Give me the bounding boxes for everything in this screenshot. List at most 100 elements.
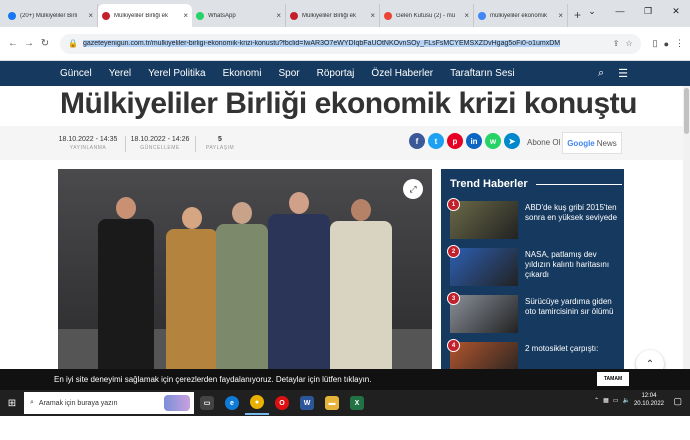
browser-tab[interactable]: WhatsApp × xyxy=(192,4,286,27)
close-tab-icon[interactable]: × xyxy=(370,11,375,20)
trend-thumbnail[interactable] xyxy=(450,342,518,369)
whatsapp-share-button[interactable]: w xyxy=(485,133,501,149)
nav-item[interactable]: Güncel xyxy=(60,68,92,79)
share-count-value: 5 xyxy=(218,136,222,143)
trend-title[interactable]: 2 motosiklet çarpıştı: xyxy=(525,344,620,354)
google-news-button[interactable]: Google News xyxy=(562,132,622,154)
nav-item[interactable]: Röportaj xyxy=(317,68,355,79)
notification-icon[interactable]: ▢ xyxy=(673,396,682,407)
trend-title[interactable]: NASA, patlamış dev yıldızın kalıntı hari… xyxy=(525,250,620,280)
browser-tab[interactable]: Mülkiyeliler Birliği ek × xyxy=(98,4,192,27)
forward-icon[interactable]: → xyxy=(22,38,36,49)
nav-item[interactable]: Yerel Politika xyxy=(148,68,205,79)
scrollbar-thumb[interactable] xyxy=(684,88,689,134)
nav-item[interactable]: Özel Haberler xyxy=(371,68,433,79)
trend-title[interactable]: ABD'de kuş gribi 2015'ten sonra en yükse… xyxy=(525,203,620,223)
person-figure xyxy=(330,199,392,369)
maximize-icon[interactable]: ❐ xyxy=(634,6,662,17)
facebook-share-button[interactable]: f xyxy=(409,133,425,149)
published-label: YAYINLANMA xyxy=(69,145,107,151)
nav-item[interactable]: Spor xyxy=(278,68,299,79)
back-icon[interactable]: ← xyxy=(6,38,20,49)
close-window-icon[interactable]: ✕ xyxy=(662,6,690,17)
fullscreen-icon[interactable]: ⤢ xyxy=(403,179,423,199)
reload-icon[interactable]: ↻ xyxy=(38,38,52,49)
trend-thumbnail[interactable] xyxy=(450,248,518,286)
file-explorer-icon[interactable]: ▬ xyxy=(320,391,344,415)
browser-tab-label: Gelen Kutusu (2) - mü xyxy=(396,12,456,19)
nav-item[interactable]: Yerel xyxy=(109,68,131,79)
close-tab-icon[interactable]: × xyxy=(88,11,93,20)
trend-item[interactable]: 3 Sürücüye yardıma giden oto tamircisinin… xyxy=(447,292,620,335)
network-icon[interactable]: ▦ xyxy=(603,397,609,404)
trend-item[interactable]: 1 ABD'de kuş gribi 2015'ten sonra en yüks… xyxy=(447,198,620,241)
windows-taskbar: ⊞ ⌕ Aramak için buraya yazın ▭ e ● O W ▬… xyxy=(0,390,690,416)
close-tab-icon[interactable]: × xyxy=(183,11,188,20)
trend-rank-badge: 1 xyxy=(447,198,460,211)
facebook-icon xyxy=(8,11,16,20)
share-page-icon[interactable]: ⇪ xyxy=(613,39,620,48)
trend-rank-badge: 4 xyxy=(447,339,460,352)
gmail-icon xyxy=(384,11,392,20)
minimize-icon[interactable]: — xyxy=(606,6,634,16)
browser-tab[interactable]: (20+) Mülkiyeliler Birli × xyxy=(4,4,98,27)
linkedin-share-button[interactable]: in xyxy=(466,133,482,149)
nav-item[interactable]: Ekonomi xyxy=(223,68,262,79)
browser-tab-label: (20+) Mülkiyeliler Birli xyxy=(20,12,78,19)
trend-title[interactable]: Sürücüye yardıma giden oto tamircisinin … xyxy=(525,297,620,317)
lock-icon[interactable]: 🔒 xyxy=(68,39,78,48)
cookie-text[interactable]: En iyi site deneyimi sağlamak için çerez… xyxy=(54,375,371,384)
taskbar-search-placeholder: Aramak için buraya yazın xyxy=(38,399,118,407)
chevron-up-icon[interactable]: ⌃ xyxy=(594,397,599,404)
edge-icon[interactable]: e xyxy=(220,391,244,415)
sidebar-panel-icon[interactable]: ▯ xyxy=(653,38,658,49)
search-icon[interactable]: ⌕ xyxy=(598,67,604,80)
close-tab-icon[interactable]: × xyxy=(464,11,469,20)
cookie-accept-button[interactable]: TAMAM xyxy=(597,372,629,386)
url-value: gazeteyenigun.com.tr/mulkiyeliler-birlig… xyxy=(82,40,561,47)
article-hero-image xyxy=(58,169,432,369)
meta-divider xyxy=(125,136,126,152)
pinterest-share-button[interactable]: p xyxy=(447,133,463,149)
browser-tab-label: mülkiyeliler ekonomik xyxy=(490,12,548,19)
bookmark-star-icon[interactable]: ☆ xyxy=(625,39,632,48)
menu-kebab-icon[interactable]: ⋮ xyxy=(675,38,684,49)
page-scrollbar[interactable] xyxy=(683,86,690,370)
excel-icon[interactable]: X xyxy=(345,391,369,415)
volume-icon[interactable]: 🔈 xyxy=(622,397,629,404)
clock[interactable]: 12:04 20.10.2022 xyxy=(634,392,664,408)
trend-heading: Trend Haberler xyxy=(450,178,622,190)
nav-item[interactable]: Taraftarın Sesi xyxy=(450,68,514,79)
hamburger-menu-icon[interactable]: ☰ xyxy=(618,67,628,80)
battery-icon[interactable]: ▭ xyxy=(613,397,619,404)
person-figure xyxy=(166,207,218,369)
trend-thumbnail[interactable] xyxy=(450,295,518,333)
chrome-icon[interactable]: ● xyxy=(245,391,269,415)
windows-start-icon[interactable]: ⊞ xyxy=(0,398,24,409)
twitter-share-button[interactable]: t xyxy=(428,133,444,149)
address-bar: ← → ↻ 🔒 gazeteyenigun.com.tr/mulkiyelile… xyxy=(0,27,690,61)
close-tab-icon[interactable]: × xyxy=(276,11,281,20)
opera-icon[interactable]: O xyxy=(270,391,294,415)
browser-tab[interactable]: Mülkiyeliler Birliği ek × xyxy=(286,4,380,27)
taskbar-search[interactable]: ⌕ Aramak için buraya yazın xyxy=(24,392,194,414)
browser-tab[interactable]: mülkiyeliler ekonomik × xyxy=(474,4,568,27)
browser-tab[interactable]: Gelen Kutusu (2) - mü × xyxy=(380,4,474,27)
url-field[interactable]: 🔒 gazeteyenigun.com.tr/mulkiyeliler-birl… xyxy=(60,33,641,54)
word-icon[interactable]: W xyxy=(295,391,319,415)
trend-item[interactable]: 4 2 motosiklet çarpıştı: xyxy=(447,339,620,369)
trend-thumbnail[interactable] xyxy=(450,201,518,239)
close-tab-icon[interactable]: × xyxy=(558,11,563,20)
tab-search-icon[interactable]: ⌄ xyxy=(578,6,606,17)
google-news-logo: Google xyxy=(567,138,595,148)
trend-item[interactable]: 2 NASA, patlamış dev yıldızın kalıntı har… xyxy=(447,245,620,288)
task-view-icon[interactable]: ▭ xyxy=(195,391,219,415)
subscribe-link[interactable]: Abone Ol xyxy=(527,138,560,147)
profile-avatar[interactable]: ● xyxy=(664,39,669,49)
clock-time: 12:04 xyxy=(641,393,657,399)
article-title: Mülkiyeliler Birliği ekonomik krizi konu… xyxy=(60,87,637,120)
search-highlight-image xyxy=(164,395,190,411)
telegram-share-button[interactable]: ➤ xyxy=(504,133,520,149)
search-icon: ⌕ xyxy=(30,399,34,406)
share-count-label: PAYLAŞIM xyxy=(205,145,235,151)
